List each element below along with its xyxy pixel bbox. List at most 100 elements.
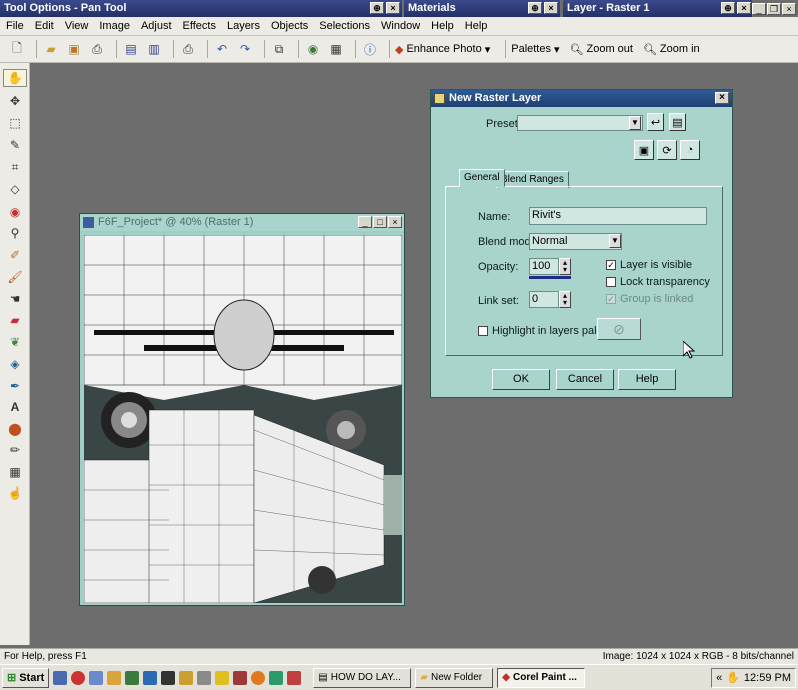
minimize-icon[interactable]: _: [358, 216, 372, 228]
scan-icon[interactable]: ⎙: [88, 40, 106, 58]
draw-tool-icon[interactable]: ✏: [3, 441, 27, 459]
info-icon[interactable]: ⓘ: [361, 40, 379, 58]
hand-quicklaunch-icon[interactable]: [215, 670, 230, 685]
menu-layers[interactable]: Layers: [227, 20, 260, 32]
menu-file[interactable]: File: [6, 20, 24, 32]
opacity-slider-bar[interactable]: [529, 276, 571, 279]
paint-brush-icon[interactable]: 🖌︎: [3, 268, 27, 286]
menu-window[interactable]: Window: [381, 20, 420, 32]
close-icon[interactable]: ×: [737, 2, 751, 14]
pan-tool-icon[interactable]: ✋: [3, 69, 27, 87]
makeover-tool-icon[interactable]: ⚲: [3, 224, 27, 242]
menu-selections[interactable]: Selections: [319, 20, 370, 32]
close-icon[interactable]: ×: [544, 2, 558, 14]
paste-icon[interactable]: ⧉: [270, 40, 288, 58]
palettes-button[interactable]: Palettes ▾: [511, 43, 559, 56]
preview-eye-icon[interactable]: ◔: [680, 140, 700, 160]
layer-name-input[interactable]: Rivit's: [529, 207, 707, 225]
red-eye-tool-icon[interactable]: ◉: [3, 203, 27, 221]
firefox-quicklaunch-icon[interactable]: [251, 670, 266, 685]
opera-quicklaunch-icon[interactable]: [71, 670, 86, 685]
zoom-in-button[interactable]: 🔍︎ Zoom in: [643, 43, 700, 56]
picture-tube-icon[interactable]: ❦: [3, 333, 27, 351]
highlight-color-swatch[interactable]: ⊘: [597, 318, 641, 340]
paint-quicklaunch-icon[interactable]: [287, 670, 302, 685]
image-window-titlebar[interactable]: F6F_Project* @ 40% (Raster 1) _ □ ×: [80, 214, 404, 231]
pen-tool-icon[interactable]: ✒: [3, 377, 27, 395]
tool-quicklaunch-icon[interactable]: [197, 670, 212, 685]
explorer-quicklaunch-icon[interactable]: [107, 670, 122, 685]
layers-icon[interactable]: ▦: [327, 40, 345, 58]
new-file-icon[interactable]: 🗋: [8, 40, 26, 58]
shield-quicklaunch-icon[interactable]: [125, 670, 140, 685]
game-quicklaunch-icon[interactable]: [233, 670, 248, 685]
dialog-titlebar[interactable]: New Raster Layer ×: [431, 90, 732, 107]
messenger-quicklaunch-icon[interactable]: [143, 670, 158, 685]
menu-objects[interactable]: Objects: [271, 20, 308, 32]
link-set-input[interactable]: 0: [529, 291, 559, 308]
maximize-icon[interactable]: □: [373, 216, 387, 228]
flood-fill-icon[interactable]: ◈: [3, 355, 27, 373]
tray-hand-icon[interactable]: ✋: [726, 671, 740, 684]
tray-expand-icon[interactable]: «: [716, 672, 722, 684]
crop-tool-icon[interactable]: ⌗: [3, 158, 27, 176]
menu-view[interactable]: View: [65, 20, 89, 32]
undo-icon[interactable]: ↶: [213, 40, 231, 58]
menu-effects[interactable]: Effects: [183, 20, 216, 32]
menu-adjust[interactable]: Adjust: [141, 20, 172, 32]
presets-dropdown[interactable]: [517, 115, 643, 131]
selection-tool-icon[interactable]: ⬚: [3, 114, 27, 132]
link-set-spinner-icon[interactable]: ▴ ▾: [559, 291, 571, 308]
start-button[interactable]: ⊞ Start: [2, 667, 50, 688]
pin-icon[interactable]: ⊕: [721, 2, 735, 14]
media-quicklaunch-icon[interactable]: [161, 670, 176, 685]
menu-image[interactable]: Image: [99, 20, 130, 32]
player-quicklaunch-icon[interactable]: [269, 670, 284, 685]
retouch-tool-icon[interactable]: ☚: [3, 290, 27, 308]
save-preset-icon[interactable]: ▤: [669, 113, 686, 131]
tab-general[interactable]: General: [459, 169, 505, 187]
close-icon[interactable]: ×: [782, 2, 796, 15]
clone-tool-icon[interactable]: ✐: [3, 246, 27, 264]
task-corel-paint[interactable]: ◆ Corel Paint ...: [497, 667, 586, 688]
task-new-folder[interactable]: ▰ New Folder: [415, 667, 494, 688]
save-icon[interactable]: ▤: [122, 40, 140, 58]
chevron-down-icon[interactable]: ▼: [609, 234, 621, 248]
chevron-down-icon[interactable]: ▼: [629, 116, 641, 130]
open-folder-icon[interactable]: ▰: [42, 40, 60, 58]
menu-help[interactable]: Help: [431, 20, 454, 32]
deform-tool-icon[interactable]: ◇: [3, 180, 27, 198]
pin-icon[interactable]: ⊕: [528, 2, 542, 14]
opacity-input[interactable]: 100: [529, 258, 559, 275]
shape-tool-icon[interactable]: ⬤: [3, 420, 27, 438]
proof-icon[interactable]: ⟳: [657, 140, 677, 160]
eraser-tool-icon[interactable]: ▰: [3, 311, 27, 329]
move-tool-icon[interactable]: ✥: [3, 92, 27, 110]
restore-icon[interactable]: ❐: [767, 2, 781, 15]
email-quicklaunch-icon[interactable]: [89, 670, 104, 685]
browse-icon[interactable]: ▣: [65, 40, 83, 58]
image-canvas[interactable]: [84, 235, 402, 603]
close-icon[interactable]: ×: [388, 216, 402, 228]
app-quicklaunch-icon[interactable]: [179, 670, 194, 685]
close-icon[interactable]: ×: [386, 2, 400, 14]
menu-help-2[interactable]: Help: [465, 20, 488, 32]
lock-transparency-checkbox[interactable]: [606, 277, 616, 287]
text-tool-icon[interactable]: A: [3, 398, 27, 416]
reset-preset-icon[interactable]: ↩: [647, 113, 664, 131]
dropper-tool-icon[interactable]: ✎: [3, 136, 27, 154]
close-icon[interactable]: ×: [715, 92, 729, 104]
pin-icon[interactable]: ⊕: [370, 2, 384, 14]
save-as-icon[interactable]: ▥: [145, 40, 163, 58]
help-button[interactable]: Help: [618, 369, 676, 390]
desktop-quicklaunch-icon[interactable]: [53, 670, 68, 685]
cancel-button[interactable]: Cancel: [556, 369, 614, 390]
minimize-icon[interactable]: _: [752, 2, 766, 15]
print-icon[interactable]: ⎙: [179, 40, 197, 58]
zoom-out-button[interactable]: 🔍︎ Zoom out: [570, 43, 633, 56]
redo-icon[interactable]: ↷: [236, 40, 254, 58]
ok-button[interactable]: OK: [492, 369, 550, 390]
smudge-tool-icon[interactable]: ☝: [3, 484, 27, 502]
toggle-preview-icon[interactable]: ▣: [634, 140, 654, 160]
task-how-do-lay[interactable]: ▤ HOW DO LAY...: [313, 667, 412, 688]
